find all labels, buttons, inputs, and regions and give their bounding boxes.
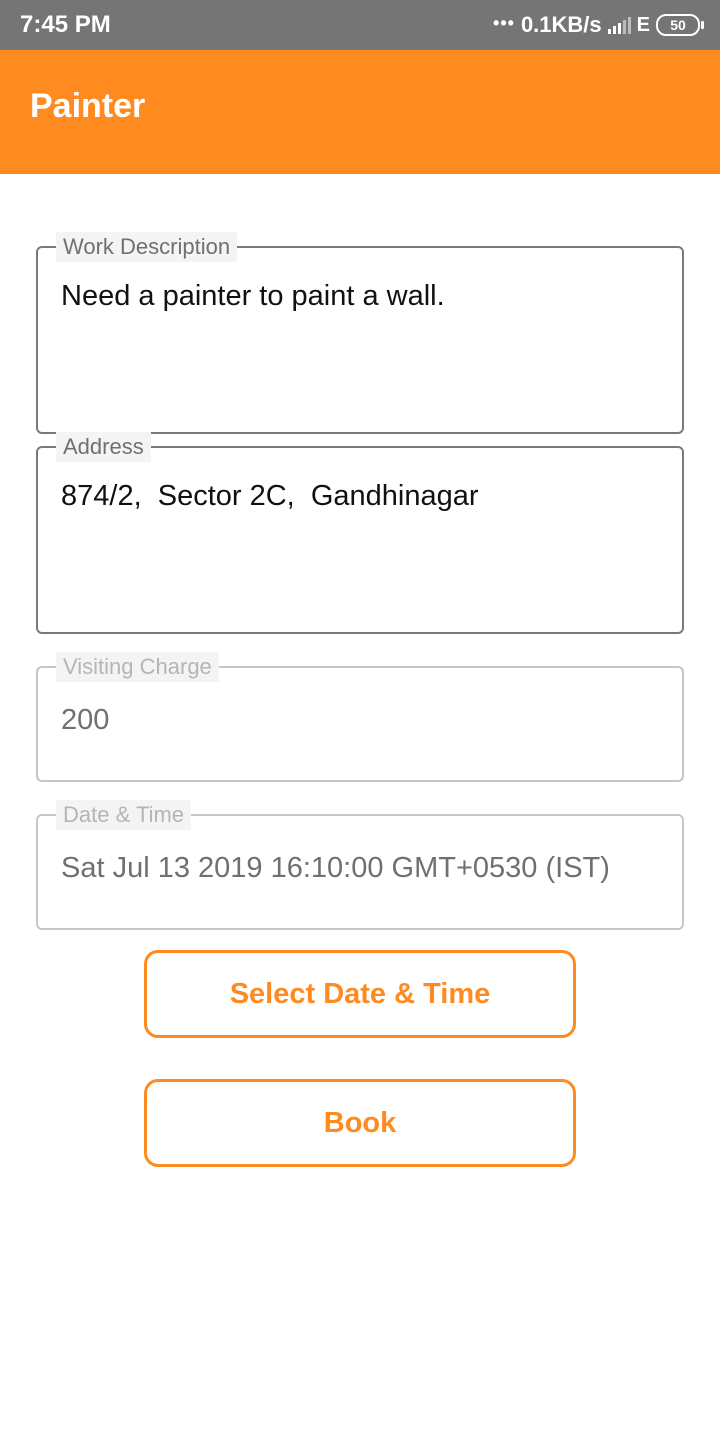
visiting-charge-field: Visiting Charge 200 <box>36 652 684 782</box>
date-time-label: Date & Time <box>56 800 192 830</box>
address-input[interactable]: 874/2, Sector 2C, Gandhinagar <box>61 480 479 513</box>
battery-icon: 50 <box>656 14 704 36</box>
select-date-time-button[interactable]: Select Date & Time <box>144 950 576 1038</box>
work-description-input[interactable]: Need a painter to paint a wall. <box>61 280 445 313</box>
work-description-label: Work Description <box>56 232 238 262</box>
address-label: Address <box>56 432 151 462</box>
date-time-field: Date & Time Sat Jul 13 2019 16:10:00 GMT… <box>36 800 684 930</box>
status-indicators: ••• 0.1KB/s E 50 <box>493 12 704 38</box>
network-speed: 0.1KB/s <box>520 12 602 37</box>
page-title: Painter <box>30 87 146 125</box>
status-time: 7:45 PM <box>20 11 111 38</box>
work-description-field[interactable]: Work Description Need a painter to paint… <box>36 232 684 434</box>
network-type: E <box>636 13 650 36</box>
book-button[interactable]: Book <box>144 1079 576 1167</box>
visiting-charge-value: 200 <box>61 704 110 736</box>
battery-level: 50 <box>670 17 686 33</box>
notification-dots-icon: ••• <box>493 12 515 33</box>
visiting-charge-label: Visiting Charge <box>56 652 219 682</box>
date-time-value: Sat Jul 13 2019 16:10:00 GMT+0530 (IST) <box>61 852 610 884</box>
signal-strength-icon <box>607 16 631 34</box>
app-bar: Painter <box>0 50 720 174</box>
status-bar: 7:45 PM ••• 0.1KB/s E 50 <box>0 0 720 50</box>
address-field[interactable]: Address 874/2, Sector 2C, Gandhinagar <box>36 432 684 634</box>
